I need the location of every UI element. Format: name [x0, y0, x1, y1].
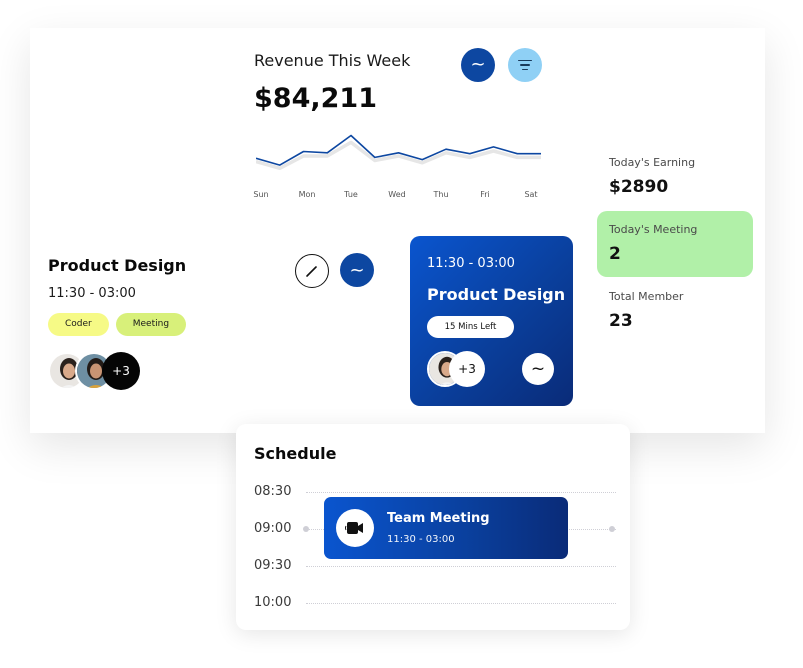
schedule-divider: [306, 492, 616, 493]
product-design-blue-card[interactable]: 11:30 - 03:00 Product Design 15 Mins Lef…: [410, 236, 573, 406]
day-label: Tue: [344, 190, 358, 199]
revenue-line-chart: [256, 134, 541, 171]
wave-icon: ~: [530, 359, 546, 379]
schedule-time: 09:30: [254, 558, 292, 573]
schedule-time: 08:30: [254, 484, 292, 499]
trend-button-2[interactable]: ~: [340, 253, 374, 287]
schedule-time: 09:00: [254, 521, 292, 536]
stat-earning: Today's Earning $2890: [597, 156, 753, 197]
filter-button[interactable]: [508, 48, 542, 82]
pencil-icon: [306, 266, 317, 277]
day-label: Sun: [253, 190, 269, 199]
revenue-amount: $84,211: [254, 83, 377, 114]
day-axis: Sun Mon Tue Wed Thu Fri Sat: [248, 190, 548, 202]
day-label: Sat: [524, 190, 538, 199]
stat-member: Total Member 23: [597, 290, 753, 331]
schedule-time: 10:00: [254, 595, 292, 610]
stat-member-value: 23: [609, 311, 633, 331]
stat-member-label: Total Member: [609, 290, 684, 303]
meeting-icon-badge: [336, 509, 374, 547]
team-meeting-event[interactable]: Team Meeting 11:30 - 03:00: [324, 497, 568, 559]
time-left-pill: 15 Mins Left: [427, 316, 514, 338]
product-design-title: Product Design: [48, 256, 187, 275]
day-label: Mon: [298, 190, 316, 199]
schedule-title: Schedule: [254, 444, 337, 463]
trend-button[interactable]: ~: [461, 48, 495, 82]
schedule-row: 10:00: [254, 595, 616, 611]
stat-meeting[interactable]: Today's Meeting 2: [597, 211, 753, 277]
wave-icon: ~: [349, 259, 365, 281]
video-camera-icon: [345, 522, 363, 534]
day-label: Thu: [433, 190, 449, 199]
tag-meeting[interactable]: Meeting: [115, 313, 187, 336]
schedule-dot: [303, 526, 309, 532]
blue-card-time: 11:30 - 03:00: [427, 256, 515, 271]
avatar-group[interactable]: +3: [48, 352, 168, 390]
blue-card-title: Product Design: [427, 285, 566, 304]
stat-earning-label: Today's Earning: [609, 156, 696, 169]
stat-earning-value: $2890: [609, 177, 669, 197]
avatar-more-count: +3: [102, 352, 140, 390]
revenue-title: Revenue This Week: [254, 51, 411, 70]
wave-icon: ~: [470, 54, 486, 75]
revenue-shadow-line: [256, 140, 541, 171]
blue-card-more-count: +3: [449, 351, 485, 387]
schedule-row: 09:30: [254, 558, 616, 574]
meeting-time: 11:30 - 03:00: [387, 534, 455, 545]
stat-meeting-label: Today's Meeting: [609, 223, 698, 236]
product-design-time: 11:30 - 03:00: [48, 286, 136, 301]
stat-meeting-value: 2: [609, 244, 621, 264]
schedule-divider: [306, 603, 616, 604]
tag-list: Coder Meeting: [48, 313, 187, 336]
edit-button[interactable]: [295, 254, 329, 288]
filter-icon: [518, 59, 532, 71]
blue-card-trend-button[interactable]: ~: [522, 353, 554, 385]
schedule-dot: [609, 526, 615, 532]
tag-coder[interactable]: Coder: [48, 313, 109, 336]
revenue-series-line: [256, 134, 541, 166]
day-label: Fri: [480, 190, 490, 199]
schedule-divider: [306, 566, 616, 567]
day-label: Wed: [388, 190, 406, 199]
blue-card-avatar-group[interactable]: +3: [427, 351, 497, 389]
product-design-card[interactable]: Product Design 11:30 - 03:00 Coder Meeti…: [48, 256, 187, 390]
meeting-title: Team Meeting: [387, 511, 490, 526]
